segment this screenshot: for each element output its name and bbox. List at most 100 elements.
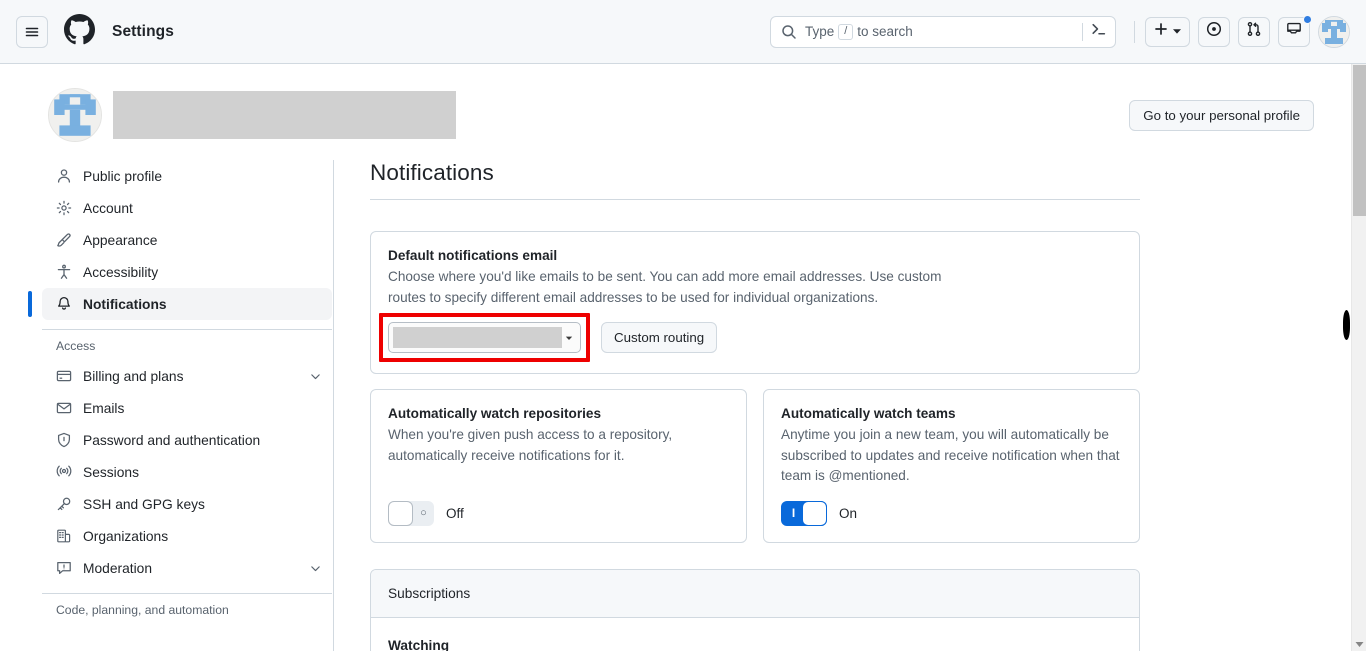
- redacted-email-value: [393, 327, 562, 348]
- sidebar-item-billing-and-plans[interactable]: Billing and plans: [42, 360, 332, 392]
- watch-teams-heading: Automatically watch teams: [781, 406, 956, 421]
- sidebar-item-password-and-authentication[interactable]: Password and authentication: [42, 424, 332, 456]
- user-avatar[interactable]: [1318, 15, 1350, 48]
- redacted-username: [113, 91, 456, 139]
- watch-teams-toggle-label: On: [839, 505, 858, 521]
- settings-sidebar: Public profile Account Appearance Access…: [28, 160, 332, 624]
- watch-repositories-toggle[interactable]: ○: [388, 500, 434, 526]
- sidebar-item-label: SSH and GPG keys: [83, 496, 205, 512]
- sidebar-item-label: Appearance: [83, 232, 158, 248]
- watch-repositories-heading: Automatically watch repositories: [388, 406, 602, 421]
- github-mark-icon: [64, 13, 95, 50]
- triangle-down-icon: [562, 334, 576, 342]
- toggle-knob: [388, 500, 413, 526]
- chevron-down-icon[interactable]: [309, 562, 322, 575]
- header-right-edge: [1351, 0, 1366, 64]
- custom-routing-button[interactable]: Custom routing: [601, 322, 718, 353]
- shield-icon: [56, 432, 72, 448]
- header-divider: [1134, 20, 1135, 43]
- subscriptions-body: Watching: [371, 617, 1139, 651]
- sidebar-item-label: Account: [83, 200, 133, 216]
- default-email-description: Choose where you'd like emails to be sen…: [388, 269, 942, 305]
- command-palette-icon[interactable]: [1090, 21, 1107, 43]
- paintbrush-icon: [56, 232, 72, 248]
- search-input[interactable]: Type / to search: [770, 15, 1116, 48]
- default-email-controls: Custom routing: [379, 313, 1123, 362]
- person-icon: [56, 168, 72, 184]
- page-context-title[interactable]: Settings: [112, 23, 174, 41]
- header-actions: [1134, 14, 1350, 48]
- search-placeholder-prefix: Type: [805, 24, 835, 39]
- issues-button[interactable]: [1198, 16, 1230, 47]
- github-logo[interactable]: [64, 13, 95, 50]
- sidebar-item-label: Billing and plans: [83, 368, 184, 384]
- search-right-adornment: [1082, 21, 1107, 43]
- sidebar-item-accessibility[interactable]: Accessibility: [42, 256, 332, 288]
- scrollbar-down-arrow[interactable]: [1352, 641, 1366, 648]
- broadcast-icon: [56, 464, 72, 480]
- watch-repositories-toggle-label: Off: [446, 505, 464, 521]
- report-icon: [56, 560, 72, 576]
- page-title: Notifications: [370, 160, 1140, 200]
- sidebar-item-ssh-and-gpg-keys[interactable]: SSH and GPG keys: [42, 488, 332, 520]
- sidebar-item-label: Organizations: [83, 528, 169, 544]
- chevron-down-icon[interactable]: [309, 370, 322, 383]
- sidebar-item-emails[interactable]: Emails: [42, 392, 332, 424]
- identicon-icon: [1319, 16, 1349, 47]
- gear-icon: [56, 200, 72, 216]
- subscriptions-card: Subscriptions Watching: [370, 568, 1140, 651]
- go-to-personal-profile-button[interactable]: Go to your personal profile: [1129, 99, 1314, 131]
- default-email-select-wrapper: [379, 313, 590, 362]
- credit-card-icon: [56, 368, 72, 384]
- notifications-inbox-button[interactable]: [1278, 14, 1312, 47]
- page-scrollbar[interactable]: [1351, 64, 1366, 651]
- text-cursor-marker: [1343, 310, 1350, 340]
- watching-heading: Watching: [388, 637, 450, 651]
- sidebar-content-divider: [333, 160, 334, 651]
- automatically-watch-teams-card: Automatically watch teams Anytime you jo…: [763, 389, 1140, 543]
- mail-icon: [56, 400, 72, 416]
- identicon-icon: [49, 89, 101, 141]
- chevron-down-icon: [1172, 23, 1182, 41]
- profile-avatar[interactable]: [48, 88, 102, 142]
- pull-requests-button[interactable]: [1238, 16, 1270, 47]
- organization-icon: [56, 528, 72, 544]
- scrollbar-thumb[interactable]: [1353, 65, 1366, 216]
- unread-notification-dot: [1303, 14, 1312, 24]
- watch-repositories-toggle-row: ○ Off: [388, 487, 730, 526]
- plus-icon: [1153, 21, 1169, 42]
- key-icon: [56, 496, 72, 512]
- sidebar-section-heading-access: Access: [56, 339, 96, 353]
- profile-header-row: Go to your personal profile: [0, 88, 1340, 142]
- sidebar-divider: [42, 329, 332, 330]
- subscriptions-heading: Subscriptions: [371, 569, 1139, 618]
- watch-teams-toggle-row: I On: [781, 487, 1123, 526]
- hamburger-menu-icon: [24, 24, 40, 40]
- hamburger-menu-button[interactable]: [16, 15, 48, 48]
- default-email-select[interactable]: [388, 322, 581, 353]
- watch-repositories-description: When you're given push access to a repos…: [388, 427, 673, 463]
- sidebar-item-organizations[interactable]: Organizations: [42, 520, 332, 552]
- sidebar-item-account[interactable]: Account: [42, 192, 332, 224]
- sidebar-item-public-profile[interactable]: Public profile: [42, 160, 332, 192]
- watch-teams-toggle[interactable]: I: [781, 500, 827, 526]
- sidebar-divider: [42, 593, 332, 594]
- sidebar-item-label: Notifications: [83, 296, 167, 312]
- sidebar-item-label: Accessibility: [83, 264, 159, 280]
- watch-teams-description: Anytime you join a new team, you will au…: [781, 427, 1120, 483]
- bell-icon: [56, 296, 72, 312]
- sidebar-item-sessions[interactable]: Sessions: [42, 456, 332, 488]
- sidebar-item-label: Moderation: [83, 560, 153, 576]
- sidebar-item-label: Public profile: [83, 168, 162, 184]
- sidebar-item-moderation[interactable]: Moderation: [42, 552, 332, 584]
- toggle-knob: [802, 500, 827, 526]
- search-placeholder-text: Type / to search: [805, 23, 913, 40]
- global-header: Settings Type / to search: [0, 0, 1366, 64]
- sidebar-item-label: Password and authentication: [83, 432, 261, 448]
- issue-opened-icon: [1206, 21, 1222, 42]
- sidebar-item-appearance[interactable]: Appearance: [42, 224, 332, 256]
- settings-notifications-page: Settings Type / to search Go to your per…: [0, 0, 1366, 651]
- bar-icon: I: [791, 506, 796, 520]
- sidebar-item-notifications[interactable]: Notifications: [28, 288, 332, 320]
- create-new-button[interactable]: [1145, 16, 1190, 47]
